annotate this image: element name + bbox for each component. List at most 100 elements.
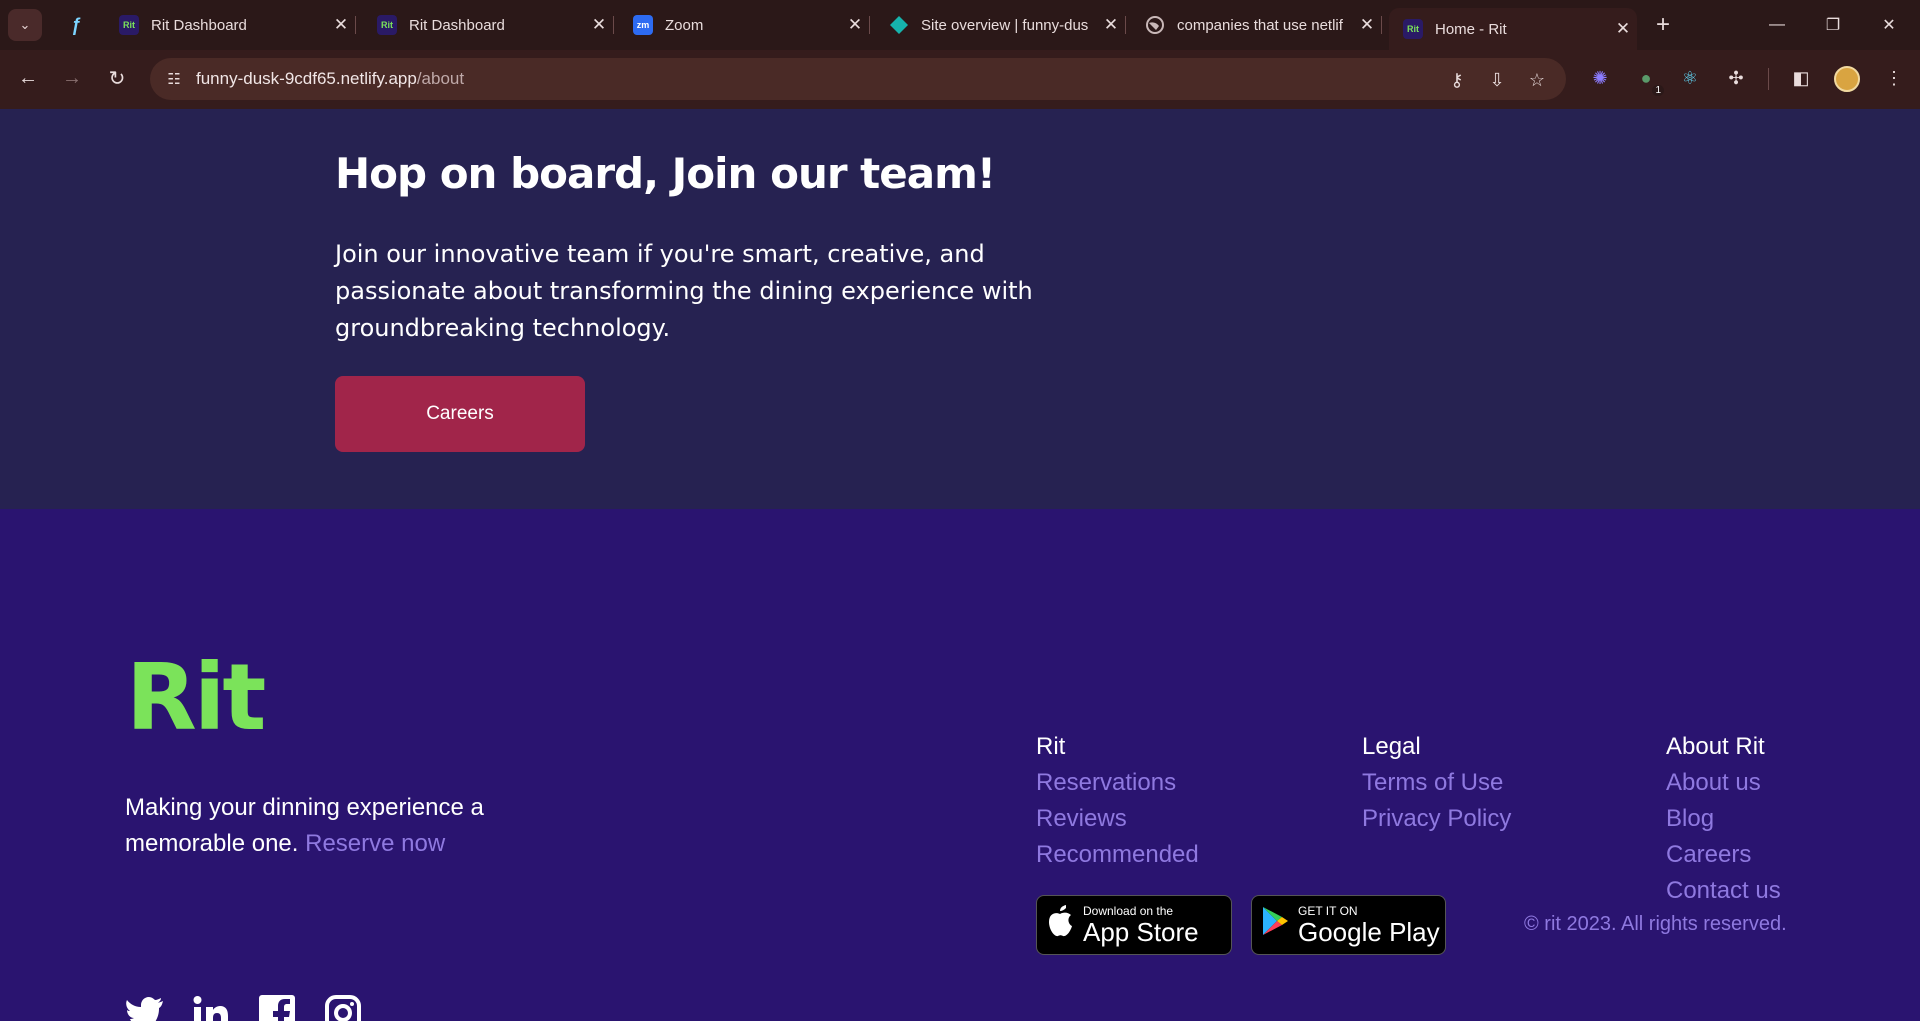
join-team-heading: Hop on board, Join our team! [335,149,996,198]
close-icon[interactable]: ✕ [1609,19,1637,39]
plus-icon: + [1655,11,1670,38]
tab-separator [355,16,356,34]
toolbar-divider [1768,68,1769,90]
rit-favicon-icon: Rit [119,15,139,35]
forward-button[interactable]: → [56,62,88,94]
close-icon[interactable]: ✕ [585,15,613,35]
back-button[interactable]: ← [12,62,44,94]
tab-rit-dashboard-2[interactable]: Rit Rit Dashboard ✕ [363,8,614,42]
tab-zoom[interactable]: zm Zoom ✕ [619,8,870,42]
close-icon[interactable]: ✕ [1097,15,1125,35]
footer-column-rit: Rit Reservations Reviews Recommended [1036,729,1199,873]
site-info-icon[interactable]: ☷ [162,67,186,91]
install-app-icon[interactable]: ⇩ [1484,67,1510,93]
url-text[interactable]: funny-dusk-9cdf65.netlify.app/about [196,69,464,89]
react-devtools-icon[interactable]: ⚛ [1676,64,1704,92]
footer-column-heading: Rit [1036,733,1066,760]
app-store-badge[interactable]: Download on the App Store [1036,895,1232,955]
tab-title: companies that use netlif [1177,16,1343,34]
restore-icon: ❐ [1825,17,1841,34]
pinned-tab[interactable]: ƒ [55,8,97,42]
tab-separator [613,16,614,34]
tab-rit-dashboard-1[interactable]: Rit Rit Dashboard ✕ [105,8,356,42]
chevron-down-icon: ⌄ [19,17,31,32]
rit-favicon-icon: Rit [1403,19,1423,39]
google-play-small-text: GET IT ON [1298,903,1358,918]
tab-title: Zoom [665,16,704,34]
careers-link[interactable]: Careers [1666,837,1781,873]
app-store-big-text: App Store [1083,916,1199,947]
minimize-icon: — [1769,16,1785,33]
side-panel-icon[interactable]: ◧ [1787,64,1815,92]
google-play-big-text: Google Play [1298,916,1440,947]
arrow-right-icon: → [62,66,82,89]
terms-of-use-link[interactable]: Terms of Use [1362,765,1511,801]
kebab-menu-icon[interactable]: ⋮ [1880,64,1908,92]
tab-site-overview[interactable]: Site overview | funny-dus ✕ [875,8,1126,42]
about-us-link[interactable]: About us [1666,765,1781,801]
careers-button[interactable]: Careers [335,376,585,452]
key-icon[interactable]: ⚷ [1444,67,1470,93]
reserve-now-link[interactable]: Reserve now [305,830,445,857]
extension-badge-icon[interactable]: ● 1 [1632,64,1664,96]
close-icon[interactable]: ✕ [1353,15,1381,35]
apple-icon [1037,904,1083,946]
profile-avatar[interactable] [1834,66,1860,92]
linkedin-icon[interactable] [191,993,231,1021]
restore-button[interactable]: ❐ [1810,8,1856,42]
url-host: funny-dusk-9cdf65.netlify.app [196,69,417,88]
join-team-body: Join our innovative team if you're smart… [335,240,1033,342]
footer-column-legal: Legal Terms of Use Privacy Policy [1362,729,1511,837]
tab-title: Home - Rit [1435,20,1507,38]
minimize-button[interactable]: — [1754,8,1800,42]
footer-column-about: About Rit About us Blog Careers Contact … [1666,729,1781,909]
close-icon[interactable]: ✕ [327,15,355,35]
close-window-button[interactable]: ✕ [1866,8,1912,42]
tab-title: Rit Dashboard [151,16,247,34]
extension-badge-count: 1 [1652,85,1664,96]
bookmark-star-icon[interactable]: ☆ [1524,67,1550,93]
google-play-badge[interactable]: GET IT ON Google Play [1251,895,1446,955]
tab-home-rit[interactable]: Rit Home - Rit ✕ [1389,8,1637,50]
tab-strip: ⌄ ƒ Rit Rit Dashboard ✕ Rit Rit Dashboar… [0,0,1920,50]
footer-column-heading: Legal [1362,733,1421,760]
tab-separator [869,16,870,34]
arrow-left-icon: ← [18,66,38,89]
tab-title: Site overview | funny-dus [921,16,1089,34]
pinned-tab-icon: ƒ [70,14,81,35]
close-icon: ✕ [1882,17,1896,34]
app-store-small-text: Download on the [1083,903,1174,918]
extension-gear-icon[interactable]: ✺ [1586,64,1614,92]
google-play-icon [1252,905,1298,945]
blog-link[interactable]: Blog [1666,801,1781,837]
new-tab-button[interactable]: + [1648,10,1678,40]
recommended-link[interactable]: Recommended [1036,837,1199,873]
globe-favicon-icon [1145,15,1165,35]
footer-column-heading: About Rit [1666,733,1765,760]
page-viewport: Hop on board, Join our team! Join our in… [0,109,1920,1021]
join-team-section: Hop on board, Join our team! Join our in… [0,109,1920,509]
netlify-favicon-icon [889,15,909,35]
reservations-link[interactable]: Reservations [1036,765,1199,801]
twitter-icon[interactable] [125,993,165,1021]
privacy-policy-link[interactable]: Privacy Policy [1362,801,1511,837]
address-bar[interactable]: ☷ funny-dusk-9cdf65.netlify.app/about ⚷ … [150,58,1566,100]
rit-logo[interactable]: Rit [126,644,266,751]
tab-title: Rit Dashboard [409,16,505,34]
browser-chrome: ⌄ ƒ Rit Rit Dashboard ✕ Rit Rit Dashboar… [0,0,1920,109]
tab-search-button[interactable]: ⌄ [8,9,42,41]
close-icon[interactable]: ✕ [841,15,869,35]
extensions-puzzle-icon[interactable]: ✣ [1722,64,1750,92]
tab-separator [1381,16,1382,34]
instagram-icon[interactable] [323,993,363,1021]
url-path: /about [416,69,465,88]
tab-companies-netlify[interactable]: companies that use netlif ✕ [1131,8,1382,42]
copyright-text: © rit 2023. All rights reserved. [1524,913,1787,935]
facebook-icon[interactable] [257,993,297,1021]
contact-us-link[interactable]: Contact us [1666,873,1781,909]
footer-tagline: Making your dinning experience a memorab… [125,790,585,862]
rit-favicon-icon: Rit [377,15,397,35]
reload-button[interactable]: ↻ [101,62,133,94]
app-store-text: Download on the App Store [1083,903,1199,947]
reviews-link[interactable]: Reviews [1036,801,1199,837]
